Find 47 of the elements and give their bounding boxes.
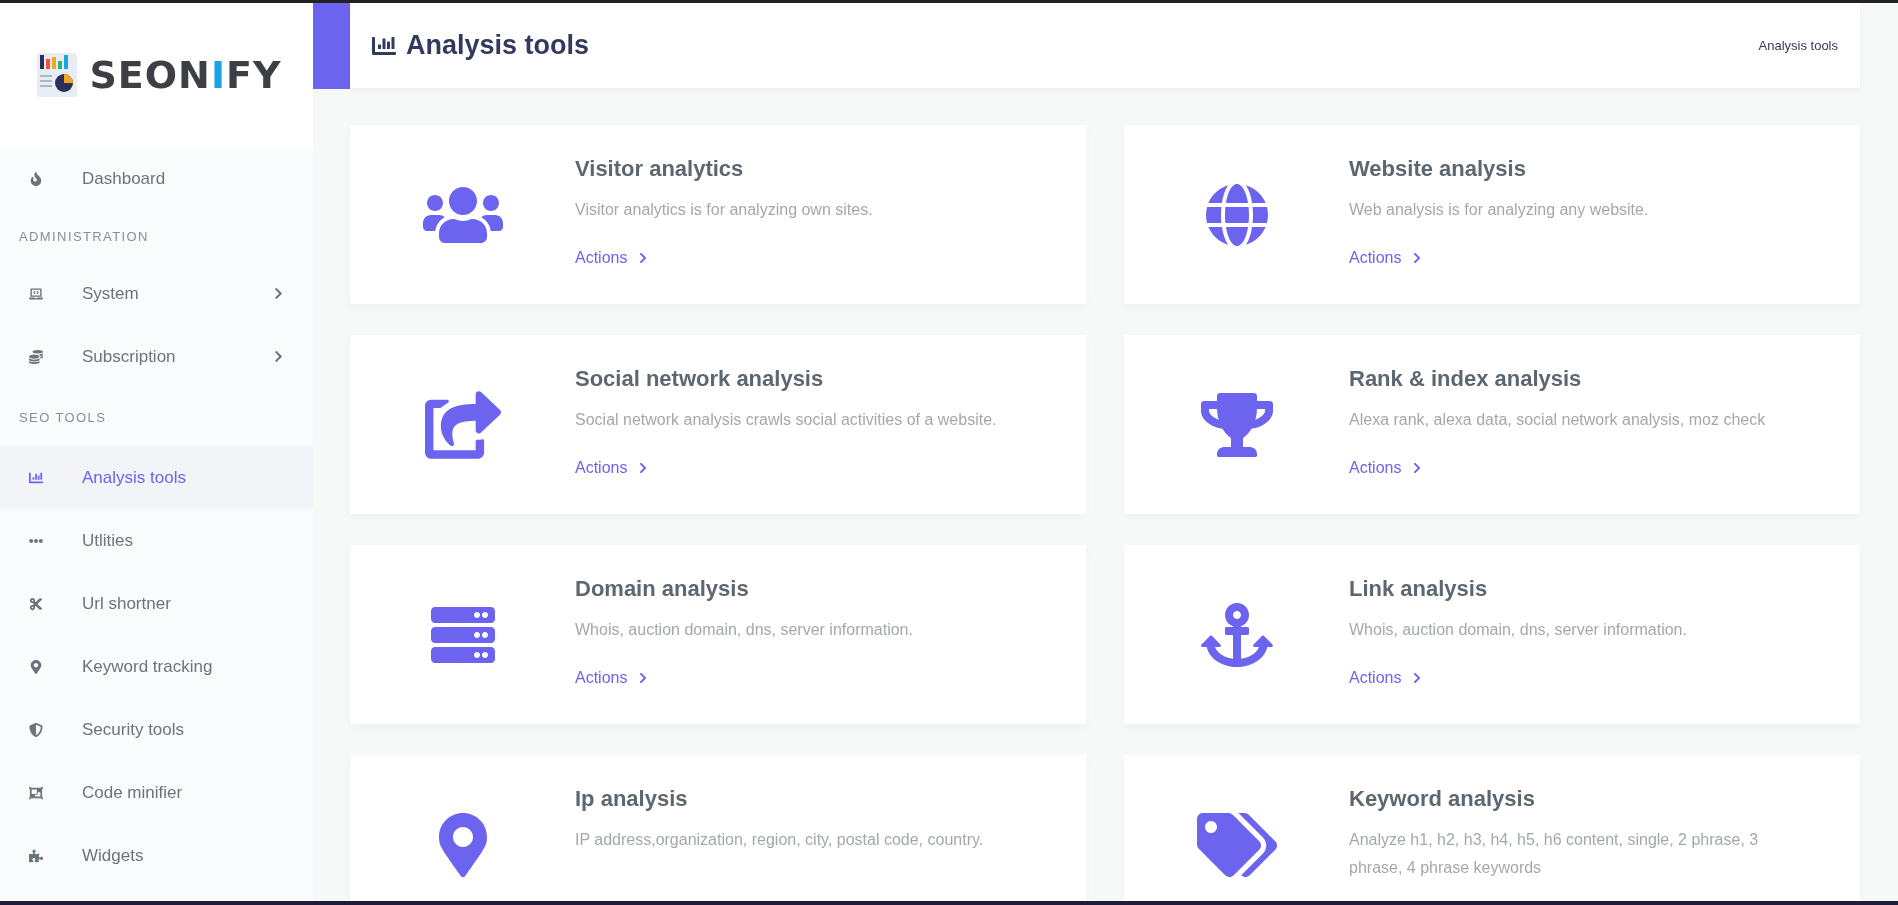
card-description: Alexa rank, alexa data, social network analysis, moz check: [1349, 410, 1766, 430]
map-pin-icon: [29, 659, 43, 674]
sidebar-item[interactable]: Utlities: [0, 509, 313, 572]
sidebar-item[interactable]: Url shortner: [0, 572, 313, 635]
actions-link[interactable]: Actions: [575, 664, 650, 692]
card-description: Analyze h1, h2, h3, h4, h5, h6 content, single, 2 phrase, 3 phrase, 4 phrase keywords: [1349, 830, 1760, 878]
sidebar-item[interactable]: Subscription: [0, 325, 313, 388]
flame-icon: [29, 171, 43, 186]
breadcrumb: Analysis tools: [1758, 38, 1838, 53]
sidebar-item[interactable]: Security tools: [0, 698, 313, 761]
sidebar-item[interactable]: Code minifier: [0, 761, 313, 824]
coins-icon: [29, 349, 43, 364]
card-title: Domain analysis: [575, 575, 750, 603]
sidebar-item[interactable]: Keyword tracking: [0, 635, 313, 698]
card-title: Ip analysis: [575, 785, 689, 813]
card-description: Visitor analytics is for analyzing own sites.: [575, 200, 873, 220]
globe-icon: [1204, 182, 1269, 247]
shield-icon: [29, 722, 43, 737]
logo-text: SEONIFY: [89, 53, 282, 97]
section-heading: ADMINISTRATION: [18, 227, 150, 246]
card-title: Keyword analysis: [1349, 785, 1536, 813]
sidebar-item[interactable]: Analysis tools: [0, 446, 313, 509]
sidebar-item[interactable]: Dashboard: [0, 147, 313, 210]
page-title: Analysis tools: [406, 30, 590, 61]
actions-link[interactable]: Actions: [1349, 244, 1424, 272]
actions-link[interactable]: Actions: [575, 454, 650, 482]
laptop-icon: [29, 286, 43, 301]
card-description: IP address,organization, region, city, postal code, country.: [575, 830, 984, 850]
section-heading: SEO TOOLS: [18, 408, 108, 427]
actions-link[interactable]: Actions: [1349, 454, 1424, 482]
card-description: Web analysis is for analyzing any website.: [1349, 200, 1649, 220]
sidebar-item[interactable]: System: [0, 262, 313, 325]
bar-chart-icon: [29, 470, 43, 485]
card-title: Link analysis: [1349, 575, 1489, 603]
sidebar-item[interactable]: Widgets: [0, 824, 313, 887]
card-description: Whois, auction domain, dns, server information.: [575, 620, 913, 640]
card-description: Whois, auction domain, dns, server information.: [1349, 620, 1687, 640]
actions-link[interactable]: Actions: [1349, 664, 1424, 692]
card-description: Social network analysis crawls social activities of a website.: [575, 410, 997, 430]
puzzle-icon: [29, 848, 43, 863]
card-title: Website analysis: [1349, 155, 1527, 183]
card-title: Social network analysis: [575, 365, 825, 393]
scissors-icon: [29, 596, 43, 611]
actions-link[interactable]: Actions: [575, 244, 650, 272]
card-title: Visitor analytics: [575, 155, 745, 183]
card-title: Rank & index analysis: [1349, 365, 1583, 393]
window-icon: [29, 785, 43, 800]
